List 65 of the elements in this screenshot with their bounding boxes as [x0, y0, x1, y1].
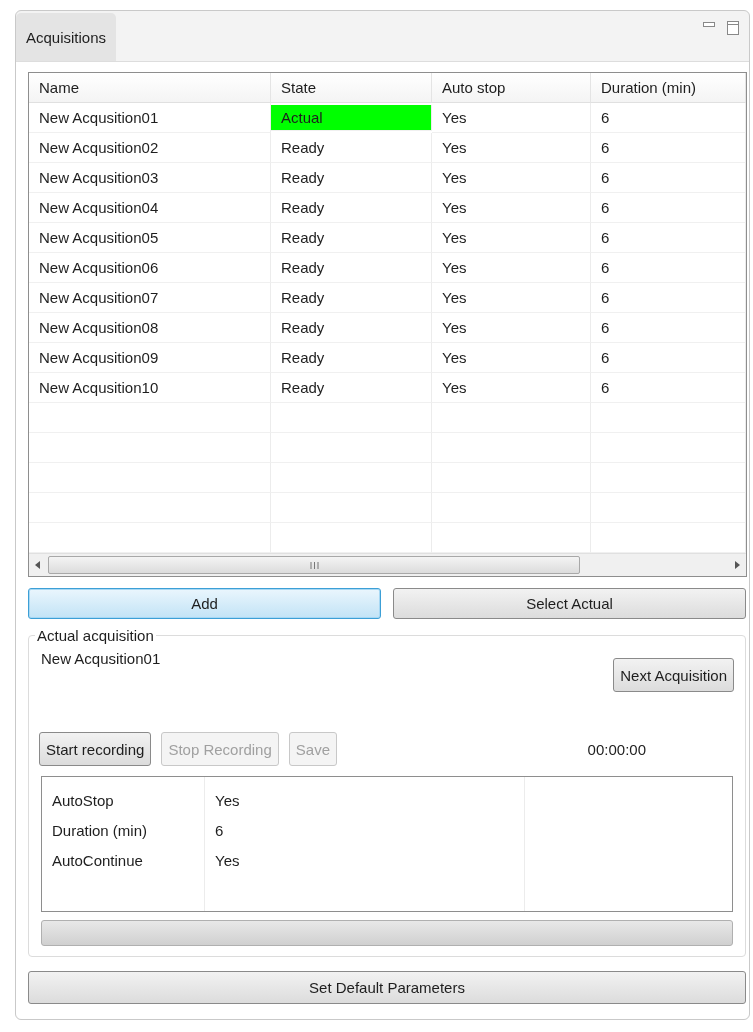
column-header[interactable]: Auto stop — [432, 73, 591, 103]
table-cell: Ready — [271, 373, 432, 403]
property-name: AutoStop — [51, 790, 115, 811]
timer: 00:00:00 — [587, 740, 646, 758]
table-cell: 6 — [591, 373, 746, 403]
select-actual-button[interactable]: Select Actual — [393, 588, 746, 619]
table-cell: Yes — [432, 133, 591, 163]
table-cell: Ready — [271, 343, 432, 373]
table-cell: 6 — [591, 133, 746, 163]
table-cell: New Acqusition07 — [29, 283, 271, 313]
table-cell: 6 — [591, 103, 746, 133]
table-cell: Yes — [432, 253, 591, 283]
table-cell: 6 — [591, 253, 746, 283]
column-header[interactable]: Duration (min) — [591, 73, 746, 103]
table-cell: Yes — [432, 103, 591, 133]
table-cell: Yes — [432, 313, 591, 343]
table-cell: 6 — [591, 193, 746, 223]
scroll-left-icon[interactable] — [35, 561, 40, 569]
table-cell: Yes — [432, 343, 591, 373]
next-acquisition-button[interactable]: Next Acquisition — [613, 658, 734, 692]
maximize-icon[interactable] — [727, 21, 739, 35]
table-cell: Yes — [432, 373, 591, 403]
add-button[interactable]: Add — [28, 588, 381, 619]
grip-icon — [309, 561, 319, 569]
table-cell: New Acqusition06 — [29, 253, 271, 283]
table-cell: New Acqusition03 — [29, 163, 271, 193]
table-cell: Yes — [432, 193, 591, 223]
table-cell: New Acqusition09 — [29, 343, 271, 373]
tab[interactable]: Acquisitions — [16, 13, 117, 61]
table-cell: Yes — [432, 163, 591, 193]
scrollbar-thumb[interactable] — [48, 556, 580, 574]
table-cell: Ready — [271, 223, 432, 253]
table-cell: New Acqusition10 — [29, 373, 271, 403]
table-cell: New Acqusition01 — [29, 103, 271, 133]
property-value: 6 — [214, 820, 225, 841]
table-cell: 6 — [591, 283, 746, 313]
table-cell: Yes — [432, 283, 591, 313]
table-cell: Ready — [271, 283, 432, 313]
acquisition-name: New Acqusition01 — [41, 650, 161, 667]
table-cell: New Acqusition08 — [29, 313, 271, 343]
table-cell: 6 — [591, 163, 746, 193]
set-default-parameters-button[interactable]: Set Default Parameters — [28, 971, 746, 1004]
table-cell: Ready — [271, 313, 432, 343]
table-cell: Ready — [271, 163, 432, 193]
table-cell: 6 — [591, 343, 746, 373]
table-cell: New Acqusition04 — [29, 193, 271, 223]
table-cell: New Acqusition02 — [29, 133, 271, 163]
minimize-icon[interactable] — [703, 21, 715, 29]
column-header[interactable]: Name — [29, 73, 271, 103]
recording-button[interactable]: Start recording — [39, 732, 152, 766]
table-cell: Yes — [432, 223, 591, 253]
property-name: Duration (min) — [51, 820, 149, 841]
table-cell: Actual — [271, 105, 432, 131]
table-cell: Ready — [271, 253, 432, 283]
table-cell: 6 — [591, 313, 746, 343]
property-name: AutoContinue — [51, 850, 144, 871]
table-cell: 6 — [591, 223, 746, 253]
scroll-right-icon[interactable] — [735, 561, 740, 569]
group-title: Actual acquisition — [36, 627, 155, 644]
table-cell: Ready — [271, 133, 432, 163]
table-cell: New Acqusition05 — [29, 223, 271, 253]
table-cell: Ready — [271, 193, 432, 223]
property-value: Yes — [214, 850, 241, 871]
column-header[interactable]: State — [271, 73, 432, 103]
property-value: Yes — [214, 790, 241, 811]
